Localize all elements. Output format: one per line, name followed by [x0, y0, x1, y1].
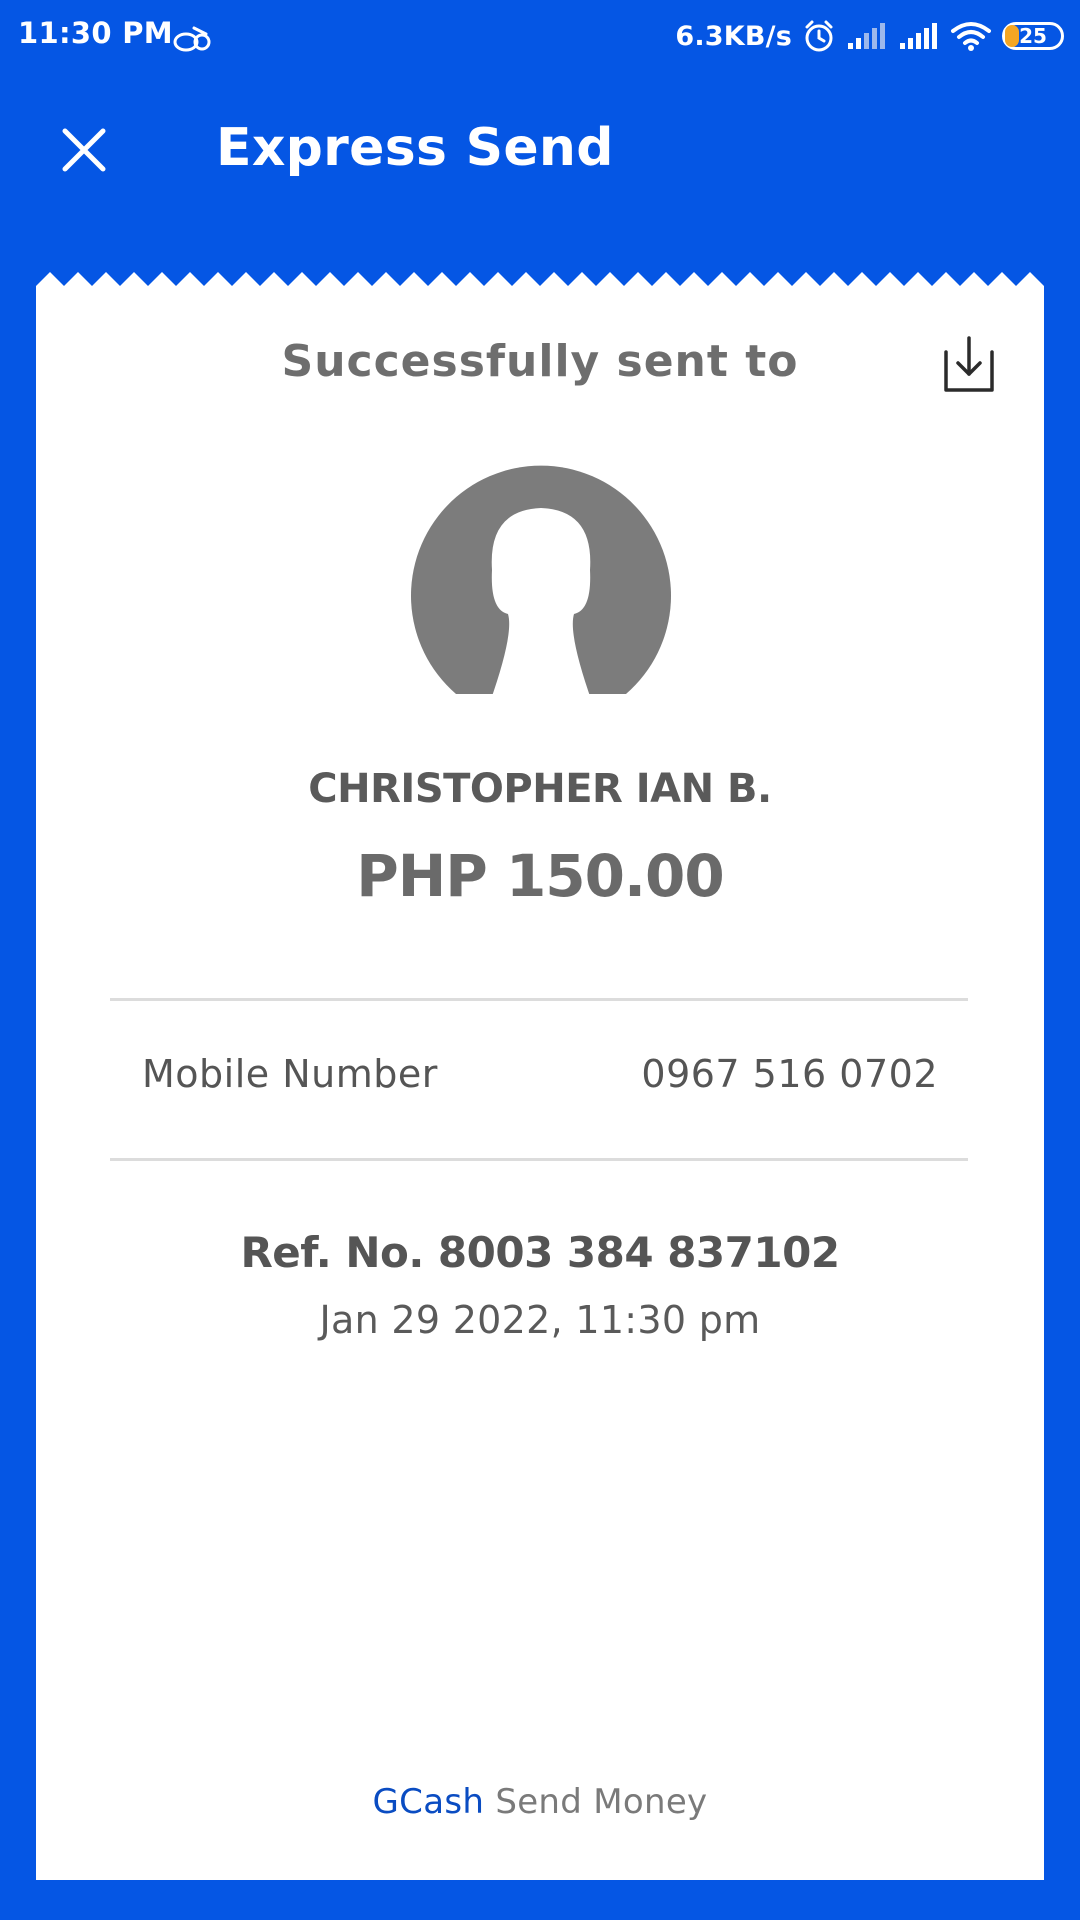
- send-money-text: Send Money: [495, 1782, 708, 1822]
- zigzag-teeth: [36, 1880, 1044, 1894]
- close-icon: [62, 128, 106, 172]
- network-speed: 6.3KB/s: [675, 20, 792, 52]
- battery-icon: 25: [1002, 22, 1064, 50]
- page-title: Express Send: [216, 118, 614, 178]
- download-icon[interactable]: [936, 332, 1002, 398]
- receipt-bottom-edge: [36, 1880, 1044, 1894]
- success-heading: Successfully sent to: [281, 336, 799, 387]
- mobile-number-value: 0967 516 0702: [641, 1052, 938, 1096]
- battery-percent: 25: [1019, 24, 1047, 48]
- close-button[interactable]: [48, 114, 120, 186]
- alarm-icon: [805, 20, 833, 52]
- footer-brand: GCash Send Money: [36, 1782, 1044, 1822]
- receipt-top-edge: [36, 272, 1044, 286]
- battery-level-fill: [1005, 25, 1019, 47]
- transaction-timestamp: Jan 29 2022, 11:30 pm: [319, 1298, 761, 1342]
- notification-icon: [173, 26, 211, 52]
- wifi-icon: [951, 22, 991, 51]
- divider: [110, 998, 968, 1001]
- avatar: [411, 465, 671, 702]
- divider: [110, 1158, 968, 1161]
- signal-icon: [900, 23, 937, 49]
- amount-value: PHP 150.00: [356, 842, 725, 910]
- status-bar: 11:30 PM 6.3KB/s 25: [0, 0, 1080, 74]
- mobile-number-label: Mobile Number: [142, 1052, 438, 1096]
- app-header: Express Send: [0, 74, 1080, 234]
- receipt-card: Successfully sent to CHRISTOPHER IAN B. …: [36, 272, 1044, 1880]
- zigzag-teeth: [36, 272, 1044, 286]
- recipient-name: CHRISTOPHER IAN B.: [308, 766, 772, 812]
- status-icons: 6.3KB/s 25: [675, 14, 1064, 58]
- reference-number: Ref. No. 8003 384 837102: [240, 1228, 840, 1277]
- status-time: 11:30 PM: [18, 16, 173, 50]
- signal-icon: [848, 23, 885, 49]
- gcash-brand-text: GCash: [372, 1782, 485, 1822]
